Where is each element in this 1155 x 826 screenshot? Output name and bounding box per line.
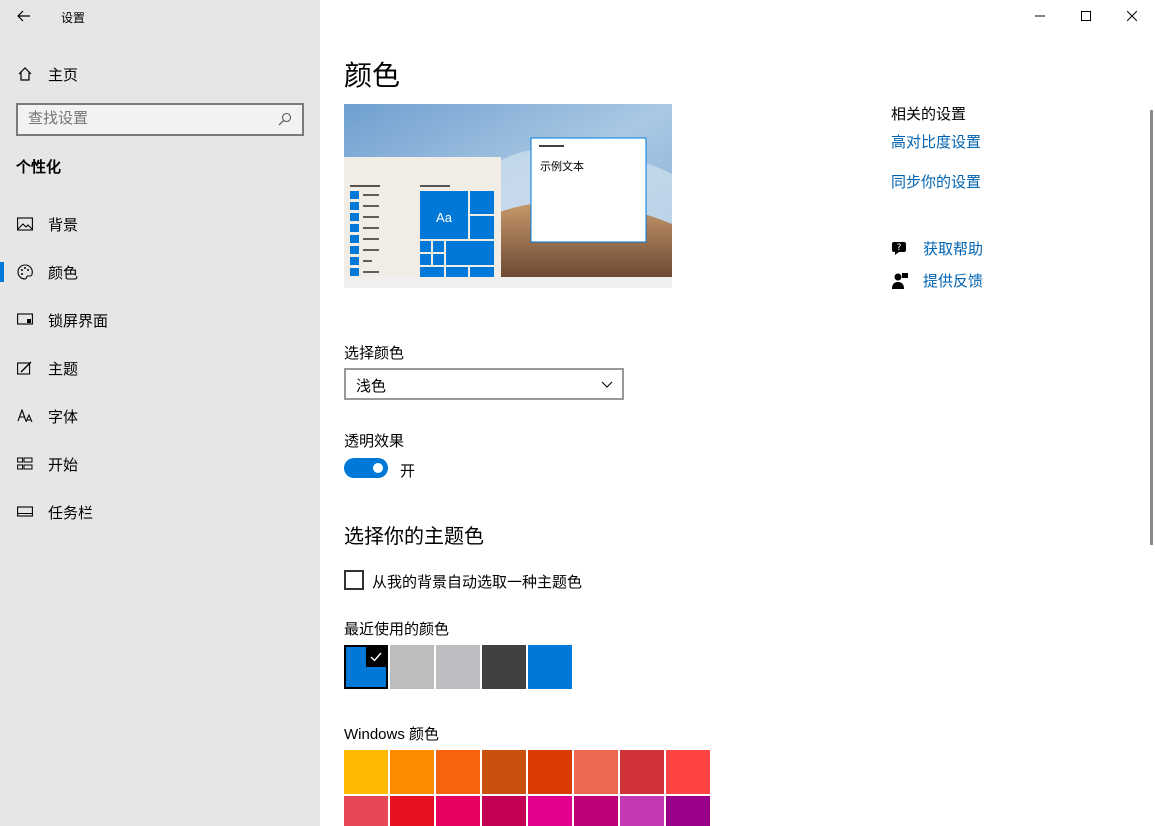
windows-color-swatch[interactable] (482, 796, 526, 826)
minimize-icon (1035, 15, 1045, 17)
lock-screen-icon (16, 311, 34, 329)
font-icon (16, 407, 34, 425)
windows-color-swatch[interactable] (528, 750, 572, 794)
windows-color-swatch[interactable] (436, 750, 480, 794)
windows-color-swatch[interactable] (344, 796, 388, 826)
windows-color-swatch[interactable] (574, 750, 618, 794)
nav-item-fonts[interactable]: 字体 (0, 396, 320, 436)
maximize-icon (1081, 11, 1091, 21)
sidebar: 设置 主页 个性化 背景 颜色 (0, 0, 320, 826)
nav-item-label: 字体 (48, 408, 79, 426)
recent-color-swatch[interactable] (390, 645, 434, 689)
high-contrast-link[interactable]: 高对比度设置 (891, 131, 981, 152)
nav-item-start[interactable]: 开始 (0, 444, 320, 484)
get-help-text: 获取帮助 (923, 241, 984, 258)
checkmark-icon (366, 647, 386, 667)
nav-item-label: 颜色 (48, 264, 79, 282)
windows-color-swatch[interactable] (482, 750, 526, 794)
windows-colors-label: Windows 颜色 (344, 726, 440, 743)
nav-item-background[interactable]: 背景 (0, 204, 320, 244)
svg-text:?: ? (897, 243, 902, 253)
search-icon[interactable] (278, 112, 294, 128)
search-input[interactable] (28, 110, 268, 127)
nav-item-label: 任务栏 (48, 504, 94, 522)
close-button[interactable] (1109, 0, 1155, 32)
section-heading: 个性化 (16, 159, 62, 176)
nav-item-label: 背景 (48, 216, 79, 234)
windows-color-swatch[interactable] (620, 750, 664, 794)
home-icon (16, 65, 34, 83)
start-icon (16, 455, 34, 473)
windows-color-swatch[interactable] (344, 750, 388, 794)
windows-color-swatch[interactable] (666, 796, 710, 826)
feedback-person-icon (891, 272, 909, 290)
close-icon (1127, 11, 1137, 21)
related-settings-heading: 相关的设置 (891, 106, 967, 123)
feedback-text: 提供反馈 (923, 273, 984, 290)
nav-item-taskbar[interactable]: 任务栏 (0, 492, 320, 532)
back-arrow-icon (17, 10, 30, 22)
choose-color-label: 选择颜色 (344, 345, 405, 362)
palette-icon (16, 263, 34, 281)
maximize-button[interactable] (1063, 0, 1109, 32)
transparency-label: 透明效果 (344, 433, 405, 450)
sync-settings-link[interactable]: 同步你的设置 (891, 171, 981, 192)
title-bar: 设置 (0, 0, 320, 32)
nav-home-label: 主页 (48, 66, 79, 84)
auto-accent-checkbox[interactable] (344, 570, 364, 590)
back-button[interactable] (8, 4, 40, 28)
picture-icon (16, 215, 34, 233)
color-mode-dropdown[interactable]: 浅色 (344, 368, 624, 400)
color-preview: Aa 示例文本 (344, 104, 672, 288)
nav-item-label: 主题 (48, 360, 79, 378)
page-title: 颜色 (344, 60, 401, 91)
recent-colors-label: 最近使用的颜色 (344, 621, 450, 638)
dropdown-value: 浅色 (356, 378, 387, 395)
windows-color-swatch[interactable] (390, 750, 434, 794)
recent-color-swatch[interactable] (436, 645, 480, 689)
nav-item-themes[interactable]: 主题 (0, 348, 320, 388)
help-chat-icon: ? (891, 240, 909, 258)
windows-color-swatch[interactable] (620, 796, 664, 826)
recent-color-swatch[interactable] (528, 645, 572, 689)
accent-title: 选择你的主题色 (344, 526, 484, 548)
tile-text: Aa (436, 210, 453, 225)
windows-color-swatch[interactable] (574, 796, 618, 826)
app-title: 设置 (61, 11, 86, 25)
scrollbar[interactable] (1150, 110, 1153, 545)
nav-item-colors[interactable]: 颜色 (0, 252, 320, 292)
search-box[interactable] (16, 103, 304, 136)
windows-color-swatch[interactable] (528, 796, 572, 826)
auto-accent-label: 从我的背景自动选取一种主题色 (372, 574, 583, 591)
settings-window: 设置 主页 个性化 背景 颜色 (0, 0, 1155, 826)
toggle-knob (373, 463, 383, 473)
transparency-toggle[interactable] (344, 458, 388, 478)
windows-color-swatch[interactable] (436, 796, 480, 826)
chevron-down-icon (600, 378, 614, 392)
recent-color-swatch[interactable] (344, 645, 388, 689)
nav-item-label: 锁屏界面 (48, 312, 109, 330)
windows-color-swatch[interactable] (390, 796, 434, 826)
preview-image: Aa 示例文本 (344, 104, 672, 288)
theme-icon (16, 359, 34, 377)
nav-item-lock-screen[interactable]: 锁屏界面 (0, 300, 320, 340)
toggle-state-text: 开 (400, 463, 416, 480)
windows-color-swatch[interactable] (666, 750, 710, 794)
nav-item-label: 开始 (48, 456, 79, 474)
taskbar-icon (16, 503, 34, 521)
recent-color-swatch[interactable] (482, 645, 526, 689)
sample-text: 示例文本 (540, 159, 584, 173)
nav-home[interactable]: 主页 (0, 56, 320, 92)
minimize-button[interactable] (1017, 0, 1063, 32)
